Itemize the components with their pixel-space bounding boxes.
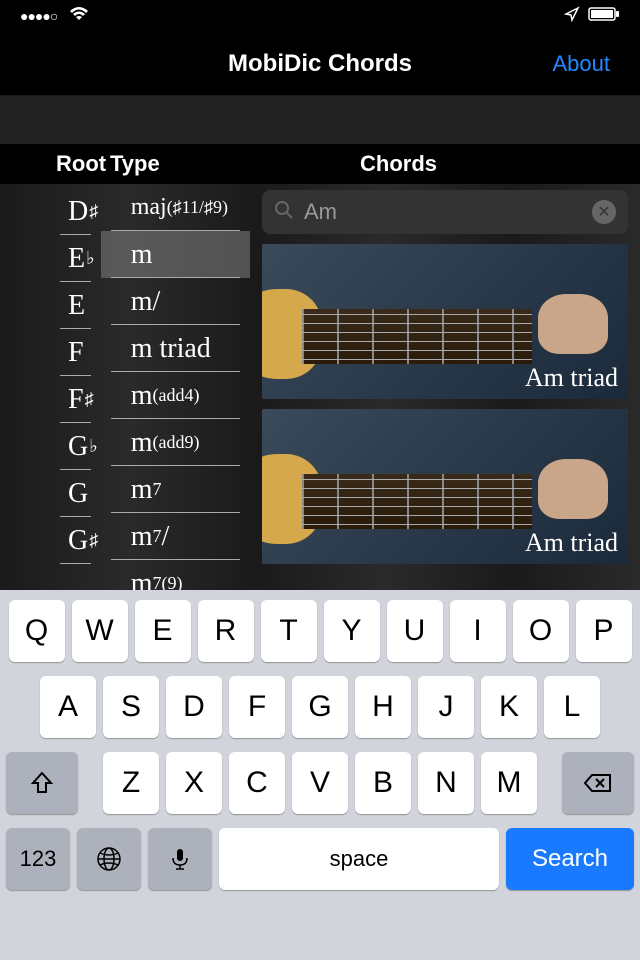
battery-icon: [588, 7, 620, 26]
key-x[interactable]: X: [166, 752, 222, 814]
numeric-key[interactable]: 123: [6, 828, 70, 890]
type-item[interactable]: m7(9): [101, 560, 250, 590]
key-c[interactable]: C: [229, 752, 285, 814]
search-key[interactable]: Search: [506, 828, 634, 890]
location-icon: [564, 6, 580, 27]
signal-dots: ●●●●○: [20, 8, 57, 24]
globe-key[interactable]: [77, 828, 141, 890]
key-b[interactable]: B: [355, 752, 411, 814]
search-icon: [274, 200, 294, 225]
key-k[interactable]: K: [481, 676, 537, 738]
key-d[interactable]: D: [166, 676, 222, 738]
key-q[interactable]: Q: [9, 600, 65, 662]
chord-label: Am triad: [525, 363, 618, 393]
keyboard: QWERTYUIOP ASDFGHJKL ZXCVBNM 123 space S…: [0, 590, 640, 960]
chords-header: Chords: [360, 151, 640, 177]
wifi-icon: [69, 6, 89, 27]
chord-thumbnail[interactable]: Am triad: [262, 244, 628, 399]
key-e[interactable]: E: [135, 600, 191, 662]
type-item[interactable]: m7: [101, 466, 250, 513]
key-v[interactable]: V: [292, 752, 348, 814]
chord-label: Am triad: [525, 528, 618, 558]
key-p[interactable]: P: [576, 600, 632, 662]
root-column[interactable]: D♯E♭EFF♯G♭GG♯: [0, 184, 101, 590]
type-item[interactable]: m7/: [101, 513, 250, 560]
status-bar: ●●●●○: [0, 0, 640, 32]
key-i[interactable]: I: [450, 600, 506, 662]
key-z[interactable]: Z: [103, 752, 159, 814]
key-f[interactable]: F: [229, 676, 285, 738]
root-item[interactable]: F♯: [0, 376, 101, 423]
type-item[interactable]: m(add4): [101, 372, 250, 419]
key-y[interactable]: Y: [324, 600, 380, 662]
key-s[interactable]: S: [103, 676, 159, 738]
root-item[interactable]: G♯: [0, 517, 101, 564]
key-o[interactable]: O: [513, 600, 569, 662]
type-item[interactable]: m: [101, 231, 250, 278]
key-a[interactable]: A: [40, 676, 96, 738]
type-item[interactable]: m triad: [101, 325, 250, 372]
type-item[interactable]: maj(♯11/♯9): [101, 184, 250, 231]
space-key[interactable]: space: [219, 828, 499, 890]
mic-key[interactable]: [148, 828, 212, 890]
shift-key[interactable]: [6, 752, 78, 814]
type-column[interactable]: maj(♯11/♯9)mm/m triadm(add4)m(add9)m7m7/…: [101, 184, 250, 590]
key-g[interactable]: G: [292, 676, 348, 738]
chords-column: ✕ Am triad Am triad: [250, 184, 640, 590]
content-area: D♯E♭EFF♯G♭GG♯ maj(♯11/♯9)mm/m triadm(add…: [0, 184, 640, 590]
search-input[interactable]: [304, 199, 592, 225]
key-n[interactable]: N: [418, 752, 474, 814]
app-header: MobiDic Chords About: [0, 32, 640, 96]
root-item[interactable]: G♭: [0, 423, 101, 470]
root-header: Root: [0, 151, 110, 177]
key-u[interactable]: U: [387, 600, 443, 662]
chord-thumbnail[interactable]: Am triad: [262, 409, 628, 564]
key-l[interactable]: L: [544, 676, 600, 738]
about-button[interactable]: About: [553, 51, 611, 77]
search-box[interactable]: ✕: [262, 190, 628, 234]
key-h[interactable]: H: [355, 676, 411, 738]
root-item[interactable]: F: [0, 329, 101, 376]
sub-header: [0, 96, 640, 144]
key-t[interactable]: T: [261, 600, 317, 662]
type-item[interactable]: m(add9): [101, 419, 250, 466]
root-item[interactable]: E♭: [0, 235, 101, 282]
app-title: MobiDic Chords: [228, 50, 412, 78]
root-item[interactable]: D♯: [0, 188, 101, 235]
backspace-key[interactable]: [562, 752, 634, 814]
key-w[interactable]: W: [72, 600, 128, 662]
column-headers: Root Type Chords: [0, 144, 640, 184]
root-item[interactable]: G: [0, 470, 101, 517]
root-item[interactable]: E: [0, 282, 101, 329]
key-r[interactable]: R: [198, 600, 254, 662]
key-j[interactable]: J: [418, 676, 474, 738]
clear-icon[interactable]: ✕: [592, 200, 616, 224]
type-header: Type: [110, 151, 360, 177]
type-item[interactable]: m/: [101, 278, 250, 325]
key-m[interactable]: M: [481, 752, 537, 814]
